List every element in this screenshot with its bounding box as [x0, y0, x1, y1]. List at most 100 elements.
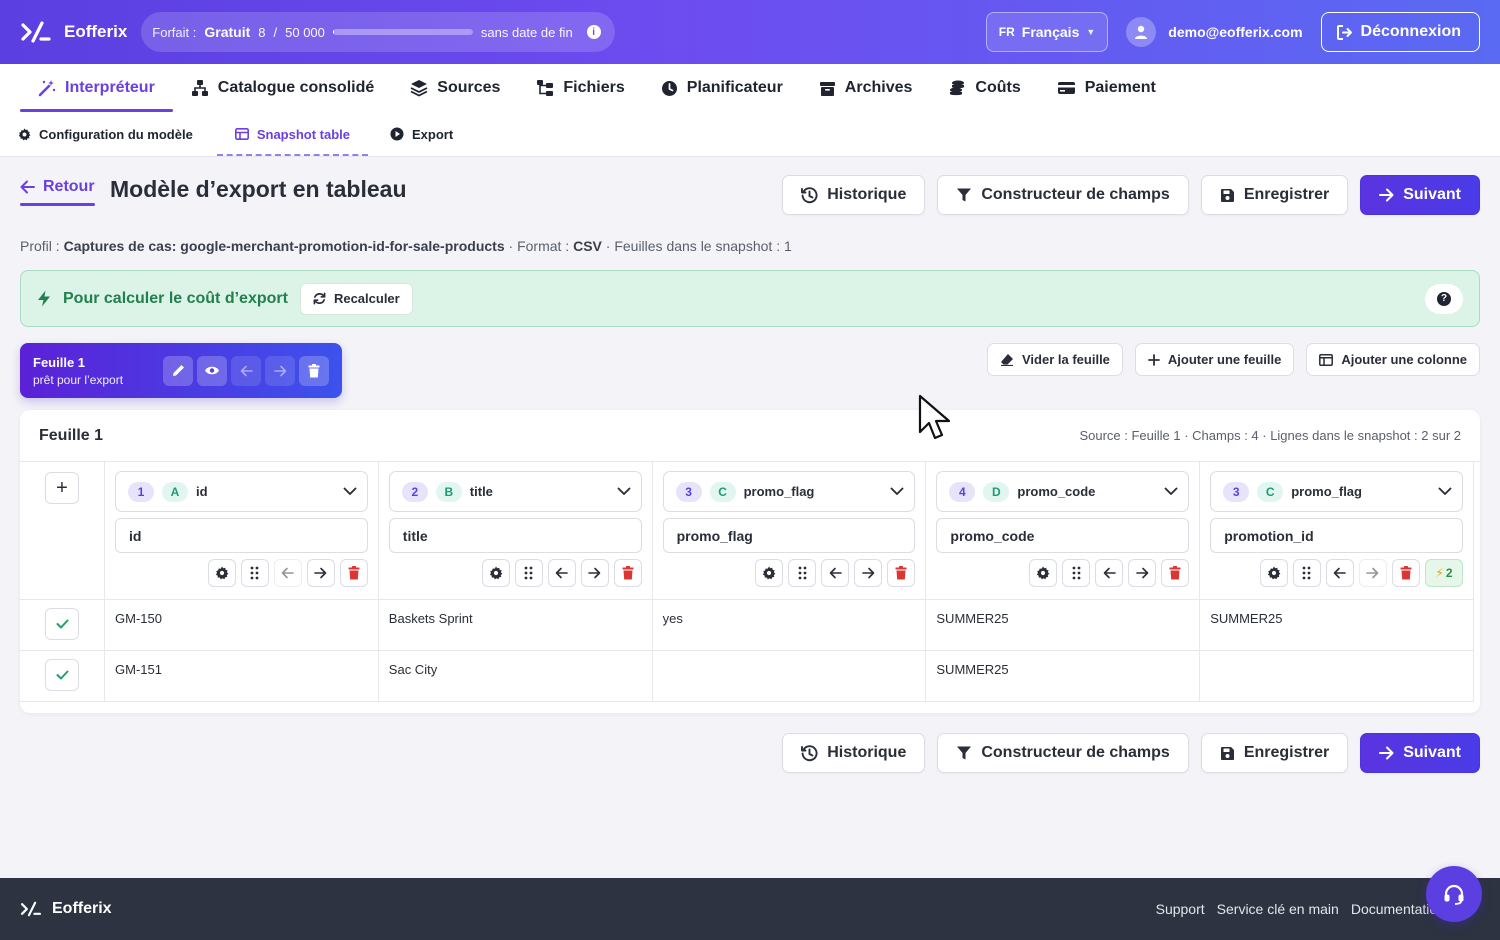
column-name-input[interactable]: id [115, 518, 368, 553]
tab-label: Snapshot table [256, 126, 351, 142]
move-column-right-button[interactable] [580, 559, 609, 587]
move-column-right-button[interactable] [854, 559, 883, 587]
move-column-left-button[interactable] [1325, 559, 1354, 587]
delete-column-button[interactable] [887, 559, 916, 587]
tab-catalogue[interactable]: Catalogue consolidé [173, 64, 392, 112]
eraser-icon [1001, 354, 1013, 366]
plan-used: 8 [258, 24, 266, 40]
arrow-left-icon [20, 180, 35, 194]
tab-label: Archives [844, 79, 913, 96]
magic-wand-icon [38, 80, 56, 97]
plan-value: Gratuit [204, 24, 251, 40]
next-button[interactable]: Suivant [1360, 175, 1480, 215]
tab-paiement[interactable]: Paiement [1039, 64, 1174, 112]
column-source-select[interactable]: 4 D promo_code [936, 471, 1190, 512]
drag-handle-icon [798, 566, 807, 580]
add-row-cell: + [20, 462, 105, 600]
save-button-bottom[interactable]: Enregistrer [1200, 733, 1349, 773]
preview-sheet-button[interactable] [197, 355, 227, 386]
field-builder-button-bottom[interactable]: Constructeur de champs [937, 733, 1189, 773]
network-icon [191, 80, 208, 96]
footer-brand[interactable]: Eofferix [20, 900, 112, 918]
move-column-left-button[interactable] [821, 559, 850, 587]
history-label: Historique [827, 186, 907, 203]
history-button-bottom[interactable]: Historique [782, 733, 926, 773]
column-drag-handle[interactable] [788, 559, 817, 587]
column-settings-button[interactable] [207, 559, 236, 587]
column-name-input[interactable]: promotion_id [1210, 518, 1463, 553]
logout-label: Déconnexion [1360, 23, 1461, 40]
column-settings-button[interactable] [481, 559, 510, 587]
help-button[interactable]: ? [1425, 283, 1463, 314]
info-icon[interactable]: i [586, 25, 601, 39]
history-button[interactable]: Historique [782, 175, 926, 215]
footer-link-support[interactable]: Support [1156, 901, 1205, 917]
add-sheet-button[interactable]: Ajouter une feuille [1134, 343, 1295, 376]
language-select[interactable]: FR Français ▼ [985, 12, 1109, 52]
edit-sheet-button[interactable] [163, 355, 193, 386]
table-meta: Source : Feuille 1 · Champs : 4 · Lignes… [1079, 428, 1461, 443]
delete-column-button[interactable] [1391, 559, 1420, 587]
tab-fichiers[interactable]: Fichiers [518, 64, 642, 112]
tab-configuration[interactable]: Configuration du modèle [18, 112, 213, 156]
column-settings-button[interactable] [1029, 559, 1058, 587]
column-drag-handle[interactable] [1062, 559, 1091, 587]
brand[interactable]: Eofferix [20, 19, 127, 45]
tab-archives[interactable]: Archives [801, 64, 931, 112]
column-name-input[interactable]: title [388, 518, 642, 553]
column-settings-button[interactable] [755, 559, 784, 587]
logout-button[interactable]: Déconnexion [1320, 12, 1480, 52]
next-button-bottom[interactable]: Suivant [1360, 733, 1480, 773]
column-name-input[interactable]: promo_code [936, 518, 1190, 553]
add-column-button[interactable]: Ajouter une colonne [1306, 343, 1480, 376]
column-drag-handle[interactable] [1292, 559, 1321, 587]
column-drag-handle[interactable] [240, 559, 269, 587]
move-sheet-left-button[interactable] [231, 355, 261, 386]
tab-planificateur[interactable]: Planificateur [643, 64, 801, 112]
arrow-right-icon [1379, 746, 1394, 760]
column-source-select[interactable]: 3 C promo_flag [662, 471, 916, 512]
transform-count-badge[interactable]: ⚡ 2 [1424, 559, 1463, 587]
save-button[interactable]: Enregistrer [1200, 175, 1349, 215]
column-name-input[interactable]: promo_flag [662, 518, 916, 553]
delete-column-button[interactable] [613, 559, 642, 587]
chevron-down-icon [343, 487, 357, 495]
move-column-right-button[interactable] [1358, 559, 1387, 587]
table-icon [234, 128, 249, 140]
tab-sources[interactable]: Sources [392, 64, 518, 112]
tab-snapshot-table[interactable]: Snapshot table [216, 112, 369, 156]
table-cell [1200, 651, 1474, 702]
cost-banner: Pour calculer le coût d’export Recalcule… [20, 270, 1480, 327]
row-checkbox[interactable] [45, 659, 79, 691]
delete-sheet-button[interactable] [299, 355, 329, 386]
support-chat-button[interactable] [1426, 866, 1482, 922]
user-menu[interactable]: demo@eofferix.com [1126, 17, 1303, 47]
recalculate-button[interactable]: Recalculer [299, 282, 413, 315]
delete-column-button[interactable] [1161, 559, 1190, 587]
move-column-right-button[interactable] [1128, 559, 1157, 587]
column-source-select[interactable]: 2 B title [388, 471, 642, 512]
sheet-tab-active[interactable]: Feuille 1 prêt pour l’export [20, 343, 342, 398]
add-column-plus-button[interactable]: + [45, 472, 79, 504]
tab-export[interactable]: Export [390, 112, 473, 156]
column-drag-handle[interactable] [514, 559, 543, 587]
footer-link-service[interactable]: Service clé en main [1217, 901, 1339, 917]
tab-couts[interactable]: Coûts [930, 64, 1038, 112]
row-checkbox[interactable] [45, 608, 79, 640]
delete-column-button[interactable] [339, 559, 368, 587]
clear-sheet-button[interactable]: Vider la feuille [987, 343, 1123, 376]
move-column-left-button[interactable] [1095, 559, 1124, 587]
tab-interpreteur[interactable]: Interpréteur [20, 64, 173, 112]
column-source-select[interactable]: 1 A id [115, 471, 368, 512]
move-column-right-button[interactable] [306, 559, 335, 587]
move-column-left-button[interactable] [547, 559, 576, 587]
field-builder-button[interactable]: Constructeur de champs [937, 175, 1189, 215]
move-column-left-button[interactable] [273, 559, 302, 587]
back-link[interactable]: Retour [20, 178, 95, 206]
move-sheet-right-button[interactable] [265, 355, 295, 386]
table-cell: SUMMER25 [926, 600, 1201, 651]
column-settings-button[interactable] [1259, 559, 1288, 587]
filter-icon [957, 746, 972, 760]
format-value: CSV [573, 238, 602, 254]
column-source-select[interactable]: 3 C promo_flag [1210, 471, 1463, 512]
